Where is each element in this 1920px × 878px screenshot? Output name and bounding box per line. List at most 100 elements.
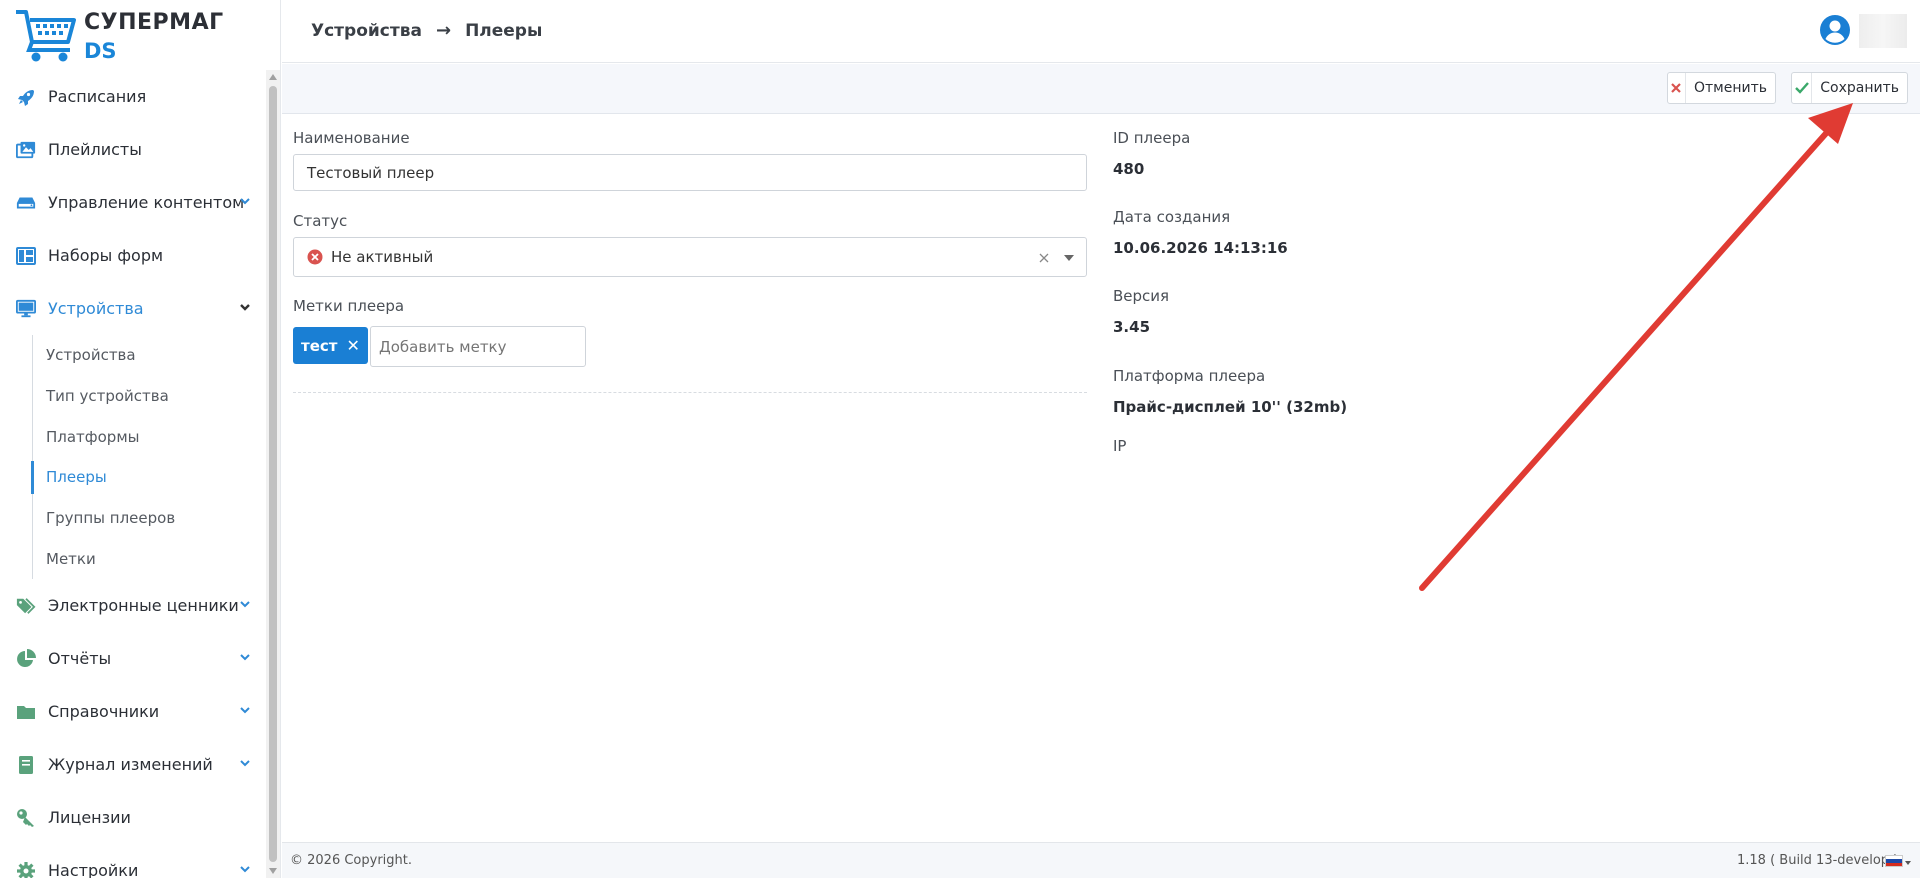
- monitor-icon: [16, 299, 36, 319]
- chevron-down-icon[interactable]: [238, 650, 252, 664]
- subnav-item-platforms[interactable]: Платформы: [33, 416, 265, 457]
- top-header: Устройства → Плееры: [282, 0, 1920, 63]
- chevron-down-icon[interactable]: [238, 703, 252, 717]
- player-form: Наименование Тестовый плеер Статус Не ак…: [282, 114, 1920, 842]
- player-id-label: ID плеера: [1113, 129, 1191, 147]
- form-divider: [293, 392, 1087, 393]
- gear-icon: [16, 861, 36, 878]
- subnav-item-tags[interactable]: Метки: [33, 538, 265, 579]
- book-icon: [16, 755, 36, 775]
- language-caret-icon[interactable]: [1905, 861, 1911, 865]
- cancel-button-label: Отменить: [1693, 80, 1767, 96]
- add-tag-input[interactable]: [370, 326, 586, 367]
- created-date-value: 10.06.2026 14:13:16: [1113, 239, 1288, 257]
- folder-icon: [16, 702, 36, 722]
- subnav-item-device-type[interactable]: Тип устройства: [33, 376, 265, 417]
- logo-subtitle: DS: [84, 39, 117, 63]
- nav-item-playlists[interactable]: Плейлисты: [0, 123, 265, 176]
- nav-item-licenses[interactable]: Лицензии: [0, 791, 265, 844]
- clear-icon[interactable]: [1039, 253, 1049, 263]
- dropdown-caret-icon[interactable]: [1064, 255, 1074, 261]
- storage-icon: [16, 193, 36, 213]
- nav-item-devices[interactable]: Устройства: [0, 282, 265, 335]
- platform-value: Прайс-дисплей 10'' (32mb): [1113, 398, 1348, 416]
- chevron-down-icon[interactable]: [238, 194, 252, 208]
- copyright-text: © 2026 Copyright.: [290, 853, 413, 868]
- version-label: Версия: [1113, 287, 1170, 305]
- close-icon: [1668, 73, 1686, 103]
- nav-item-label: Журнал изменений: [48, 755, 213, 775]
- status-select[interactable]: Не активный: [293, 237, 1087, 277]
- save-button-label: Сохранить: [1820, 80, 1899, 96]
- tag-remove-icon[interactable]: ✕: [346, 336, 359, 355]
- save-button[interactable]: Сохранить: [1791, 72, 1908, 104]
- subnav-item-player-groups[interactable]: Группы плееров: [33, 498, 265, 539]
- tag-chip: тест ✕: [293, 327, 368, 364]
- cart-logo-icon: [16, 10, 76, 62]
- version-value: 3.45: [1113, 318, 1151, 336]
- nav-item-label: Лицензии: [48, 808, 131, 828]
- scroll-up-arrow-icon[interactable]: [269, 74, 277, 80]
- subnav-item-players[interactable]: Плееры: [31, 457, 265, 498]
- nav-item-label: Настройки: [48, 861, 139, 878]
- breadcrumb-current: Плееры: [465, 20, 543, 41]
- name-input-value: Тестовый плеер: [307, 163, 435, 182]
- nav-item-label: Плейлисты: [48, 140, 142, 159]
- nav-item-label: Наборы форм: [48, 246, 164, 265]
- chevron-down-icon[interactable]: [238, 862, 252, 876]
- player-id-value: 480: [1113, 160, 1145, 178]
- nav-item-form-sets[interactable]: Наборы форм: [0, 229, 265, 282]
- platform-label: Платформа плеера: [1113, 367, 1266, 385]
- nav-item-schedules[interactable]: Расписания: [0, 70, 265, 123]
- rocket-icon: [16, 87, 36, 107]
- logo[interactable]: СУПЕРМАГ DS: [14, 8, 223, 68]
- russian-flag-icon[interactable]: [1885, 855, 1903, 867]
- action-toolbar: Отменить Сохранить: [282, 64, 1920, 114]
- tags-icon: [16, 596, 36, 616]
- sidebar-scrollbar[interactable]: [266, 70, 280, 878]
- nav-item-e-labels[interactable]: Электронные ценники: [0, 579, 265, 632]
- build-version: 1.18 ( Build 13-develop ): [1737, 853, 1899, 868]
- logo-title: СУПЕРМАГ: [84, 10, 224, 35]
- status-select-value: Не активный: [331, 248, 434, 266]
- ip-label: IP: [1113, 437, 1127, 455]
- nav-item-content-management[interactable]: Управление контентом: [0, 176, 265, 229]
- error-circle-icon: [307, 249, 323, 265]
- chevron-down-icon[interactable]: [238, 597, 252, 611]
- user-name-blurred[interactable]: [1859, 14, 1907, 48]
- layout-icon: [16, 246, 36, 266]
- name-input[interactable]: Тестовый плеер: [293, 154, 1087, 191]
- key-icon: [16, 808, 36, 828]
- arrow-right-icon: →: [435, 20, 452, 41]
- cancel-button[interactable]: Отменить: [1667, 72, 1776, 104]
- created-date-label: Дата создания: [1113, 208, 1231, 226]
- chevron-down-icon[interactable]: [238, 756, 252, 770]
- subnav-item-label: Метки: [46, 549, 96, 568]
- name-label: Наименование: [293, 129, 410, 147]
- footer: © 2026 Copyright. 1.18 ( Build 13-develo…: [282, 842, 1920, 878]
- nav-item-directories[interactable]: Справочники: [0, 685, 265, 738]
- chevron-down-icon[interactable]: [238, 300, 252, 314]
- nav-item-label: Расписания: [48, 87, 147, 106]
- nav-item-label: Электронные ценники: [48, 596, 239, 616]
- scrollbar-thumb[interactable]: [269, 86, 277, 862]
- nav-item-label: Отчёты: [48, 649, 112, 669]
- user-avatar-icon[interactable]: [1819, 14, 1851, 46]
- nav-item-label: Управление контентом: [48, 193, 245, 212]
- nav-item-reports[interactable]: Отчёты: [0, 632, 265, 685]
- subnav-item-devices[interactable]: Устройства: [33, 335, 265, 376]
- nav-item-label: Устройства: [48, 299, 144, 318]
- scroll-down-arrow-icon[interactable]: [269, 868, 277, 874]
- breadcrumb: Устройства → Плееры: [311, 20, 542, 41]
- breadcrumb-parent[interactable]: Устройства: [311, 21, 422, 41]
- subnav-item-label: Группы плееров: [46, 509, 176, 528]
- subnav-item-label: Устройства: [46, 346, 136, 365]
- nav-item-settings[interactable]: Настройки: [0, 844, 265, 878]
- nav-item-changelog[interactable]: Журнал изменений: [0, 738, 265, 791]
- main-nav: Расписания Плейлисты Управление контенто…: [0, 70, 265, 878]
- sidebar: СУПЕРМАГ DS Расписания Плейлисты Управле…: [0, 0, 281, 878]
- subnav-item-label: Тип устройства: [46, 387, 169, 406]
- tag-chip-label: тест: [301, 336, 338, 355]
- subnav-item-label: Плееры: [46, 468, 107, 487]
- nav-item-label: Справочники: [48, 702, 160, 722]
